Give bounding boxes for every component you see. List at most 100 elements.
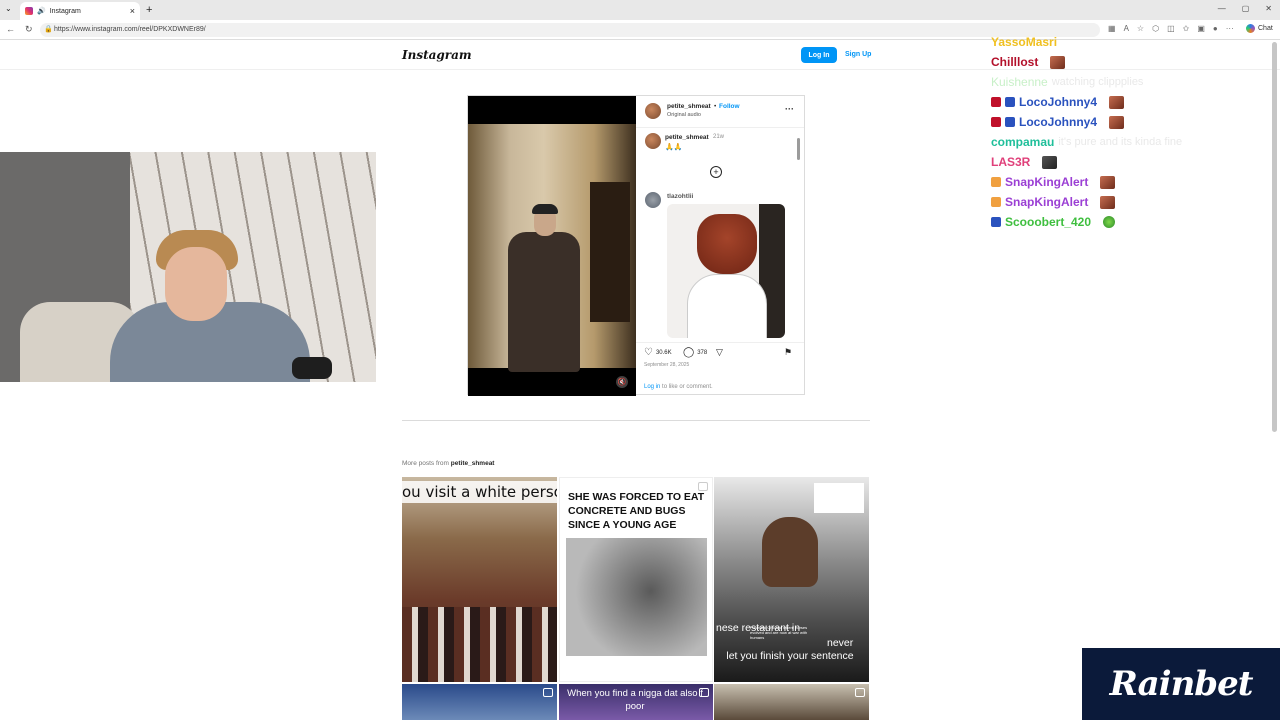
page-scrollbar[interactable] <box>1272 42 1277 432</box>
send-icon: ▽ <box>716 347 723 357</box>
tab-close-icon[interactable]: × <box>130 6 135 16</box>
instagram-logo[interactable]: Instagram <box>402 48 472 62</box>
caption-time: 21w <box>713 134 725 140</box>
comments-scrollbar[interactable] <box>797 132 800 336</box>
chat-emote-icon <box>1050 55 1066 69</box>
favorite-icon[interactable]: ☆ <box>1137 24 1144 33</box>
grid-post-1-crowd <box>402 607 557 682</box>
grid-post-caption: SHE WAS FORCED TO EAT CONCRETE AND BUGS … <box>568 491 705 531</box>
post-actions: ♡ 30.6K ◯ 378 ▽ ⚑ <box>636 342 804 358</box>
comments-scroll-thumb[interactable] <box>797 138 800 160</box>
chat-message: compamau it's pure and its kinda fine <box>991 133 1182 151</box>
commenter-avatar[interactable] <box>645 192 661 208</box>
mute-icon[interactable]: 🔇 <box>616 376 628 388</box>
reel-icon <box>699 688 709 697</box>
grid-post-caption-small: Futuristic Chicago where horses evolved … <box>750 625 808 640</box>
share-button[interactable]: ▽ <box>716 347 723 358</box>
tab-menu-icon[interactable]: ⌄ <box>5 4 12 13</box>
like-button[interactable]: ♡ 30.6K <box>644 347 672 358</box>
caption-username[interactable]: petite_shmeat <box>665 134 709 141</box>
browser-tab-bar: ⌄ 🔊 Instagram × + — ▢ ✕ <box>0 0 1280 20</box>
comment-image-dog <box>687 274 767 338</box>
chat-username: SnapKingAlert <box>1005 175 1089 189</box>
new-tab-button[interactable]: + <box>146 4 152 16</box>
lock-icon: 🔒 <box>44 26 53 33</box>
caption-avatar[interactable] <box>645 133 661 149</box>
grid-icon[interactable]: ▦ <box>1108 24 1116 33</box>
gift-badge-icon <box>991 197 1001 207</box>
sub-badge-icon <box>991 217 1001 227</box>
back-icon[interactable]: ← <box>6 24 15 35</box>
chat-message: Scooobert_420 <box>991 213 1116 231</box>
reel-post: 🔇 petite_shmeat • Follow Original audio … <box>467 95 805 396</box>
instagram-header: Instagram Log In Sign Up <box>0 40 1280 70</box>
grid-post-caption-right: never <box>827 637 854 649</box>
split-screen-icon[interactable]: ◫ <box>1167 24 1175 33</box>
read-aloud-icon[interactable]: A <box>1124 24 1129 33</box>
audio-label[interactable]: Original audio <box>667 112 701 118</box>
video-door <box>590 182 630 322</box>
tab-instagram[interactable]: 🔊 Instagram × <box>20 2 140 20</box>
post-header: petite_shmeat • Follow Original audio ··… <box>636 96 804 128</box>
chat-emote-icon <box>1109 115 1125 129</box>
webcam-microphone <box>292 357 332 379</box>
save-button[interactable]: ⚑ <box>784 347 792 358</box>
commenter-username[interactable]: tlazohtlii <box>667 193 693 200</box>
webcam-face <box>165 247 227 321</box>
chat-username: compamau <box>991 135 1055 149</box>
load-more-comments-icon[interactable]: + <box>710 166 722 178</box>
grid-post-5[interactable]: When you find a nigga dat also f poor <box>559 684 713 720</box>
post-username[interactable]: petite_shmeat <box>667 103 711 110</box>
grid-post-3-horse <box>814 483 864 513</box>
maximize-icon[interactable]: ▢ <box>1242 4 1250 13</box>
more-options-icon[interactable]: ··· <box>785 104 794 114</box>
gift-badge-icon <box>991 177 1001 187</box>
reel-video[interactable]: 🔇 <box>468 96 636 396</box>
sub-badge-icon <box>1005 117 1015 127</box>
signup-link[interactable]: Sign Up <box>845 51 871 58</box>
extensions-icon[interactable]: ⬡ <box>1152 24 1159 33</box>
sponsor-name: Rainbet <box>1109 664 1254 704</box>
copilot-chat-button[interactable]: Chat <box>1246 24 1273 33</box>
grid-post-caption: ou visit a white person house <box>402 481 557 503</box>
refresh-icon[interactable]: ↻ <box>25 24 33 35</box>
avatar[interactable] <box>645 103 661 119</box>
chat-username: Kuishenne <box>991 75 1048 89</box>
grid-post-3[interactable]: nese restaurant in never Futuristic Chic… <box>714 477 869 682</box>
follow-button[interactable]: Follow <box>719 103 740 110</box>
chat-message: LocoJohnny4 <box>991 93 1125 111</box>
grid-post-2[interactable]: SHE WAS FORCED TO EAT CONCRETE AND BUGS … <box>559 477 713 682</box>
close-window-icon[interactable]: ✕ <box>1265 4 1272 13</box>
chat-message: SnapKingAlert <box>991 173 1116 191</box>
menu-icon[interactable]: ··· <box>1226 24 1234 33</box>
chat-message: YassoMasri <box>991 33 1057 51</box>
minimize-icon[interactable]: — <box>1218 4 1226 13</box>
tab-audio-icon[interactable]: 🔊 <box>37 7 46 15</box>
heart-icon: ♡ <box>644 347 653 358</box>
tab-title: Instagram <box>49 7 81 15</box>
grid-post-caption-bottom: let you finish your sentence <box>726 650 854 662</box>
video-person-cap <box>532 204 558 214</box>
chat-label: Chat <box>1258 25 1273 32</box>
address-bar-row: ← ↻ 🔒 https://www.instagram.com/reel/DPK… <box>0 20 1280 40</box>
post-sidebar: petite_shmeat • Follow Original audio ··… <box>636 96 804 396</box>
favorites-icon[interactable]: ✩ <box>1183 24 1190 33</box>
chat-username: Scooobert_420 <box>1005 215 1092 229</box>
chat-text: watching clippplies <box>1051 76 1144 88</box>
reel-icon <box>543 688 553 697</box>
grid-post-3-person <box>762 517 818 587</box>
grid-post-6[interactable] <box>714 684 869 720</box>
comment-image <box>667 204 785 338</box>
mod-badge-icon <box>991 97 1001 107</box>
post-date: September 28, 2025 <box>644 362 690 368</box>
chat-username: LocoJohnny4 <box>1019 95 1098 109</box>
more-posts-username[interactable]: petite_shmeat <box>451 460 495 467</box>
url-input[interactable]: 🔒 https://www.instagram.com/reel/DPKXDWN… <box>40 23 1100 37</box>
collections-icon[interactable]: ▣ <box>1197 24 1205 33</box>
profile-icon[interactable]: ● <box>1213 24 1218 33</box>
grid-post-4[interactable] <box>402 684 557 720</box>
login-link[interactable]: Log in <box>644 384 660 390</box>
login-button[interactable]: Log In <box>801 47 837 63</box>
comment-button[interactable]: ◯ 378 <box>683 347 707 358</box>
grid-post-1[interactable]: ou visit a white person house <box>402 477 557 682</box>
